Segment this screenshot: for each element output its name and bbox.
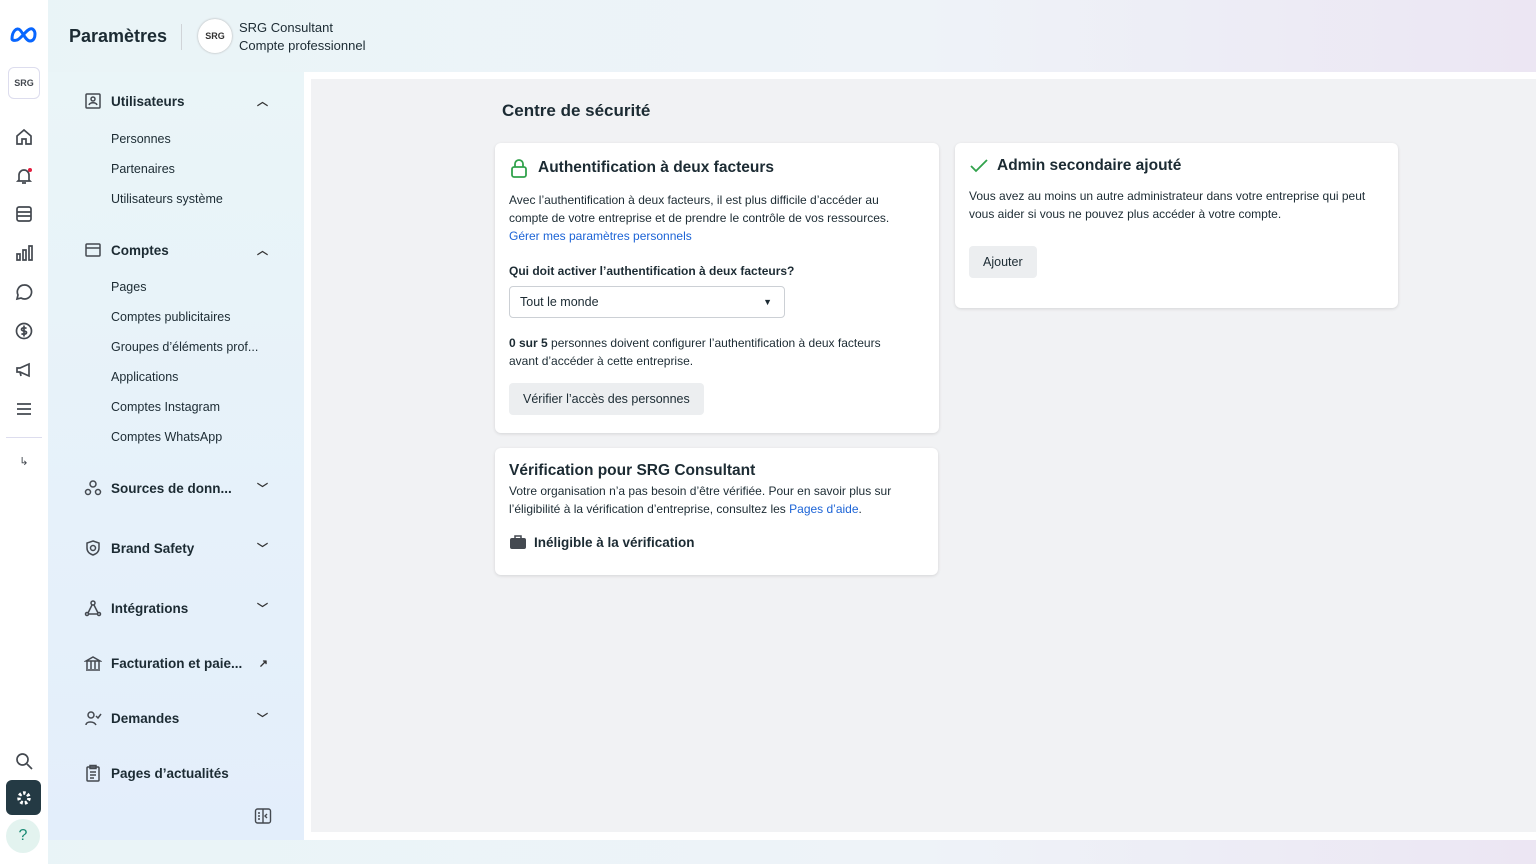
question-label: Qui doit activer l’authentification à de… xyxy=(509,264,795,278)
insights-icon[interactable] xyxy=(8,237,40,269)
meta-logo-icon[interactable] xyxy=(8,18,40,50)
sidebar-section-accounts[interactable]: Comptes ︿ xyxy=(84,241,274,259)
header: Paramètres SRG SRG Consultant Compte pro… xyxy=(48,0,1536,72)
checkmark-icon xyxy=(970,159,988,173)
sidebar-section-users[interactable]: Utilisateurs ︿ xyxy=(84,92,274,110)
divider xyxy=(181,24,182,50)
accounts-icon xyxy=(85,243,101,257)
two-factor-card: Authentification à deux facteurs Avec l’… xyxy=(495,143,939,433)
page-title: Paramètres xyxy=(69,26,168,46)
sidebar-item-system-users[interactable]: Utilisateurs système xyxy=(111,192,223,206)
sidebar-item-pages[interactable]: Pages xyxy=(111,280,146,294)
business-avatar[interactable]: SRG xyxy=(198,19,232,53)
verify-access-button[interactable]: Vérifier l’accès des personnes xyxy=(509,383,704,415)
business-name: SRG Consultant xyxy=(239,20,333,35)
data-sources-icon xyxy=(84,480,102,496)
card-title: Admin secondaire ajouté xyxy=(997,157,1182,174)
sidebar-section-brand-safety[interactable]: Brand Safety ﹀ xyxy=(84,539,274,557)
lock-icon xyxy=(511,159,527,178)
users-icon xyxy=(85,93,101,109)
shield-icon xyxy=(86,540,100,556)
who-must-enable-select[interactable]: Tout le monde ▼ xyxy=(509,286,785,318)
chevron-up-icon: ︿ xyxy=(257,96,268,108)
chevron-down-icon: ﹀ xyxy=(257,483,268,495)
sidebar-item-instagram[interactable]: Comptes Instagram xyxy=(111,400,220,414)
caret-down-icon: ▼ xyxy=(763,297,772,307)
manage-settings-link[interactable]: Gérer mes paramètres personnels xyxy=(509,227,925,245)
card-title: Authentification à deux facteurs xyxy=(538,159,774,176)
chevron-down-icon: ﹀ xyxy=(257,713,268,725)
add-admin-button[interactable]: Ajouter xyxy=(969,246,1037,278)
help-icon[interactable]: ? xyxy=(6,819,40,853)
bank-icon xyxy=(84,656,102,671)
business-type: Compte professionnel xyxy=(239,38,366,53)
chevron-up-icon: ︿ xyxy=(257,245,268,257)
person-check-icon xyxy=(85,711,102,726)
settings-sidebar: Utilisateurs ︿ Personnes Partenaires Util… xyxy=(48,72,304,840)
billing-icon[interactable] xyxy=(8,315,40,347)
main-panel: Centre de sécurité Authentification à de… xyxy=(304,72,1536,840)
sidebar-item-whatsapp[interactable]: Comptes WhatsApp xyxy=(111,430,222,444)
messages-icon[interactable] xyxy=(8,276,40,308)
sidebar-item-ad-accounts[interactable]: Comptes publicitaires xyxy=(111,310,231,324)
business-switcher[interactable]: SRG Consultant Compte professionnel xyxy=(239,19,365,55)
card-description: Avec l’authentification à deux facteurs,… xyxy=(509,193,890,225)
sidebar-section-news-pages[interactable]: Pages d’actualités xyxy=(84,764,274,782)
help-pages-link[interactable]: Pages d’aide xyxy=(789,502,858,516)
sidebar-toggle-icon[interactable] xyxy=(254,807,272,825)
collapse-icon[interactable]: ↳ xyxy=(8,445,40,477)
external-link-icon: ↗ xyxy=(258,657,268,670)
integrations-icon xyxy=(84,600,102,617)
menu-icon[interactable] xyxy=(8,393,40,425)
search-icon[interactable] xyxy=(8,745,40,777)
settings-icon[interactable] xyxy=(6,780,41,815)
clipboard-icon xyxy=(86,764,100,782)
briefcase-icon xyxy=(510,535,526,549)
home-icon[interactable] xyxy=(8,121,40,153)
count-text: 0 sur 5 personnes doivent configurer l’a… xyxy=(509,336,881,368)
pages-icon[interactable] xyxy=(8,198,40,230)
sidebar-item-partners[interactable]: Partenaires xyxy=(111,162,175,176)
sidebar-section-billing[interactable]: Facturation et paie... ↗ xyxy=(84,654,274,672)
ads-icon[interactable] xyxy=(8,354,40,386)
icon-rail: SRG ↳ ? xyxy=(0,0,48,864)
verification-status: Inéligible à la vérification xyxy=(509,534,924,550)
chevron-down-icon: ﹀ xyxy=(257,603,268,615)
card-description: Vous avez au moins un autre administrate… xyxy=(969,189,1366,221)
business-avatar[interactable]: SRG xyxy=(8,67,40,99)
secondary-admin-card: Admin secondaire ajouté Vous avez au moi… xyxy=(955,143,1398,308)
sidebar-section-integrations[interactable]: Intégrations ﹀ xyxy=(84,599,274,617)
content-area: Centre de sécurité Authentification à de… xyxy=(311,79,1536,832)
notifications-icon[interactable] xyxy=(8,160,40,192)
card-title: Vérification pour SRG Consultant xyxy=(509,462,756,479)
card-description: Votre organisation n’a pas besoin d’être… xyxy=(509,484,892,516)
section-title: Centre de sécurité xyxy=(502,101,651,120)
sidebar-section-requests[interactable]: Demandes ﹀ xyxy=(84,709,274,727)
sidebar-item-asset-groups[interactable]: Groupes d’éléments prof... xyxy=(111,340,258,354)
verification-card: Vérification pour SRG Consultant Votre o… xyxy=(495,448,938,575)
sidebar-item-apps[interactable]: Applications xyxy=(111,370,178,384)
sidebar-section-data-sources[interactable]: Sources de donn... ﹀ xyxy=(84,479,274,497)
chevron-down-icon: ﹀ xyxy=(257,543,268,555)
sidebar-item-people[interactable]: Personnes xyxy=(111,132,171,146)
